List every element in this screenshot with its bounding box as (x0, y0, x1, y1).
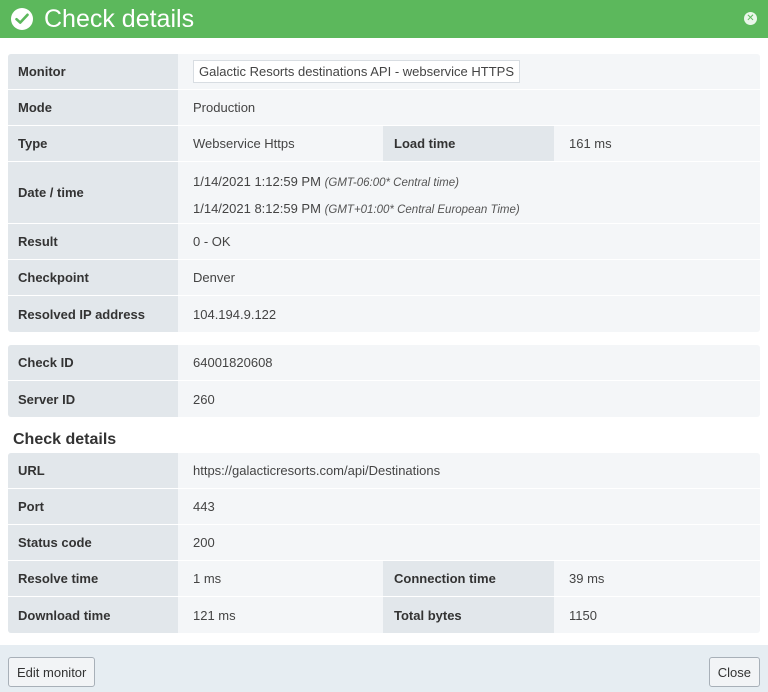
dialog-title: Check details (44, 5, 195, 33)
connection-time-value: 39 ms (569, 571, 605, 586)
monitor-label: Monitor (8, 54, 178, 89)
url-value: https://galacticresorts.com/api/Destinat… (193, 463, 441, 478)
load-time-value: 161 ms (569, 136, 612, 151)
resolve-time-value: 1 ms (193, 571, 222, 586)
datetime-row: Date / time 1/14/2021 1:12:59 PM (GMT-06… (8, 162, 760, 224)
datetime-cet: 1/14/2021 8:12:59 PM (193, 201, 321, 216)
checkpoint-label: Checkpoint (8, 260, 178, 295)
resolved-ip-value: 104.194.9.122 (193, 306, 277, 322)
total-bytes-value: 1150 (569, 607, 597, 623)
mode-row: Mode Production (8, 90, 760, 126)
status-code-row: Status code 200 (8, 525, 760, 561)
mode-value: Production (193, 100, 256, 115)
resolved-ip-row: Resolved IP address 104.194.9.122 (8, 296, 760, 332)
result-value: 0 - OK (193, 234, 231, 249)
download-time-value: 121 ms (193, 607, 236, 623)
monitor-row: Monitor Galactic Resorts destinations AP… (8, 54, 760, 90)
datetime-local-timezone: (GMT-06:00* Central time) (324, 177, 459, 189)
load-time-label: Load time (383, 126, 554, 161)
type-label: Type (8, 126, 178, 161)
download-time-label: Download time (8, 597, 178, 633)
datetime-label: Date / time (8, 162, 178, 223)
resolve-time-label: Resolve time (8, 561, 178, 596)
total-bytes-label: Total bytes (383, 597, 554, 633)
port-label: Port (8, 489, 178, 524)
resolved-ip-label: Resolved IP address (8, 296, 178, 332)
status-code-value: 200 (193, 535, 215, 550)
datetime-line-2: 1/14/2021 8:12:59 PM (GMT+01:00* Central… (193, 201, 520, 216)
check-details-dialog: Check details ✕ Monitor Galactic Resorts… (0, 0, 768, 692)
dialog-footer: Edit monitor Close (0, 645, 768, 692)
url-row: URL https://galacticresorts.com/api/Dest… (8, 453, 760, 489)
server-id-label: Server ID (8, 381, 178, 417)
connection-time-label: Connection time (383, 561, 554, 596)
monitor-value[interactable]: Galactic Resorts destinations API - webs… (193, 60, 521, 83)
edit-monitor-button[interactable]: Edit monitor (8, 657, 96, 687)
datetime-local: 1/14/2021 1:12:59 PM (193, 174, 321, 189)
check-circle-icon (11, 8, 33, 30)
port-value: 443 (193, 499, 215, 514)
server-id-row: Server ID 260 (8, 381, 760, 417)
resolve-time-row: Resolve time 1 ms Connection time 39 ms (8, 561, 760, 597)
result-row: Result 0 - OK (8, 224, 760, 260)
mode-label: Mode (8, 90, 178, 125)
ids-table: Check ID 64001820608 Server ID 260 (8, 345, 760, 417)
result-label: Result (8, 224, 178, 259)
close-button[interactable]: Close (708, 657, 760, 687)
type-value: Webservice Https (193, 136, 295, 151)
check-id-value: 64001820608 (193, 355, 273, 370)
check-details-heading: Check details (13, 431, 117, 448)
download-time-row: Download time 121 ms Total bytes 1150 (8, 597, 760, 633)
type-row: Type Webservice Https Load time 161 ms (8, 126, 760, 162)
close-icon[interactable]: ✕ (744, 12, 757, 25)
monitor-info-table: Monitor Galactic Resorts destinations AP… (8, 54, 760, 332)
server-id-value: 260 (193, 391, 215, 407)
datetime-cet-timezone: (GMT+01:00* Central European Time) (324, 204, 520, 216)
checkpoint-row: Checkpoint Denver (8, 260, 760, 296)
dialog-titlebar: Check details ✕ (0, 0, 768, 38)
url-label: URL (8, 453, 178, 488)
check-details-table: URL https://galacticresorts.com/api/Dest… (8, 453, 760, 633)
check-id-label: Check ID (8, 345, 178, 380)
checkpoint-value: Denver (193, 270, 235, 285)
check-id-row: Check ID 64001820608 (8, 345, 760, 381)
datetime-line-1: 1/14/2021 1:12:59 PM (GMT-06:00* Central… (193, 174, 459, 189)
status-code-label: Status code (8, 525, 178, 560)
port-row: Port 443 (8, 489, 760, 525)
